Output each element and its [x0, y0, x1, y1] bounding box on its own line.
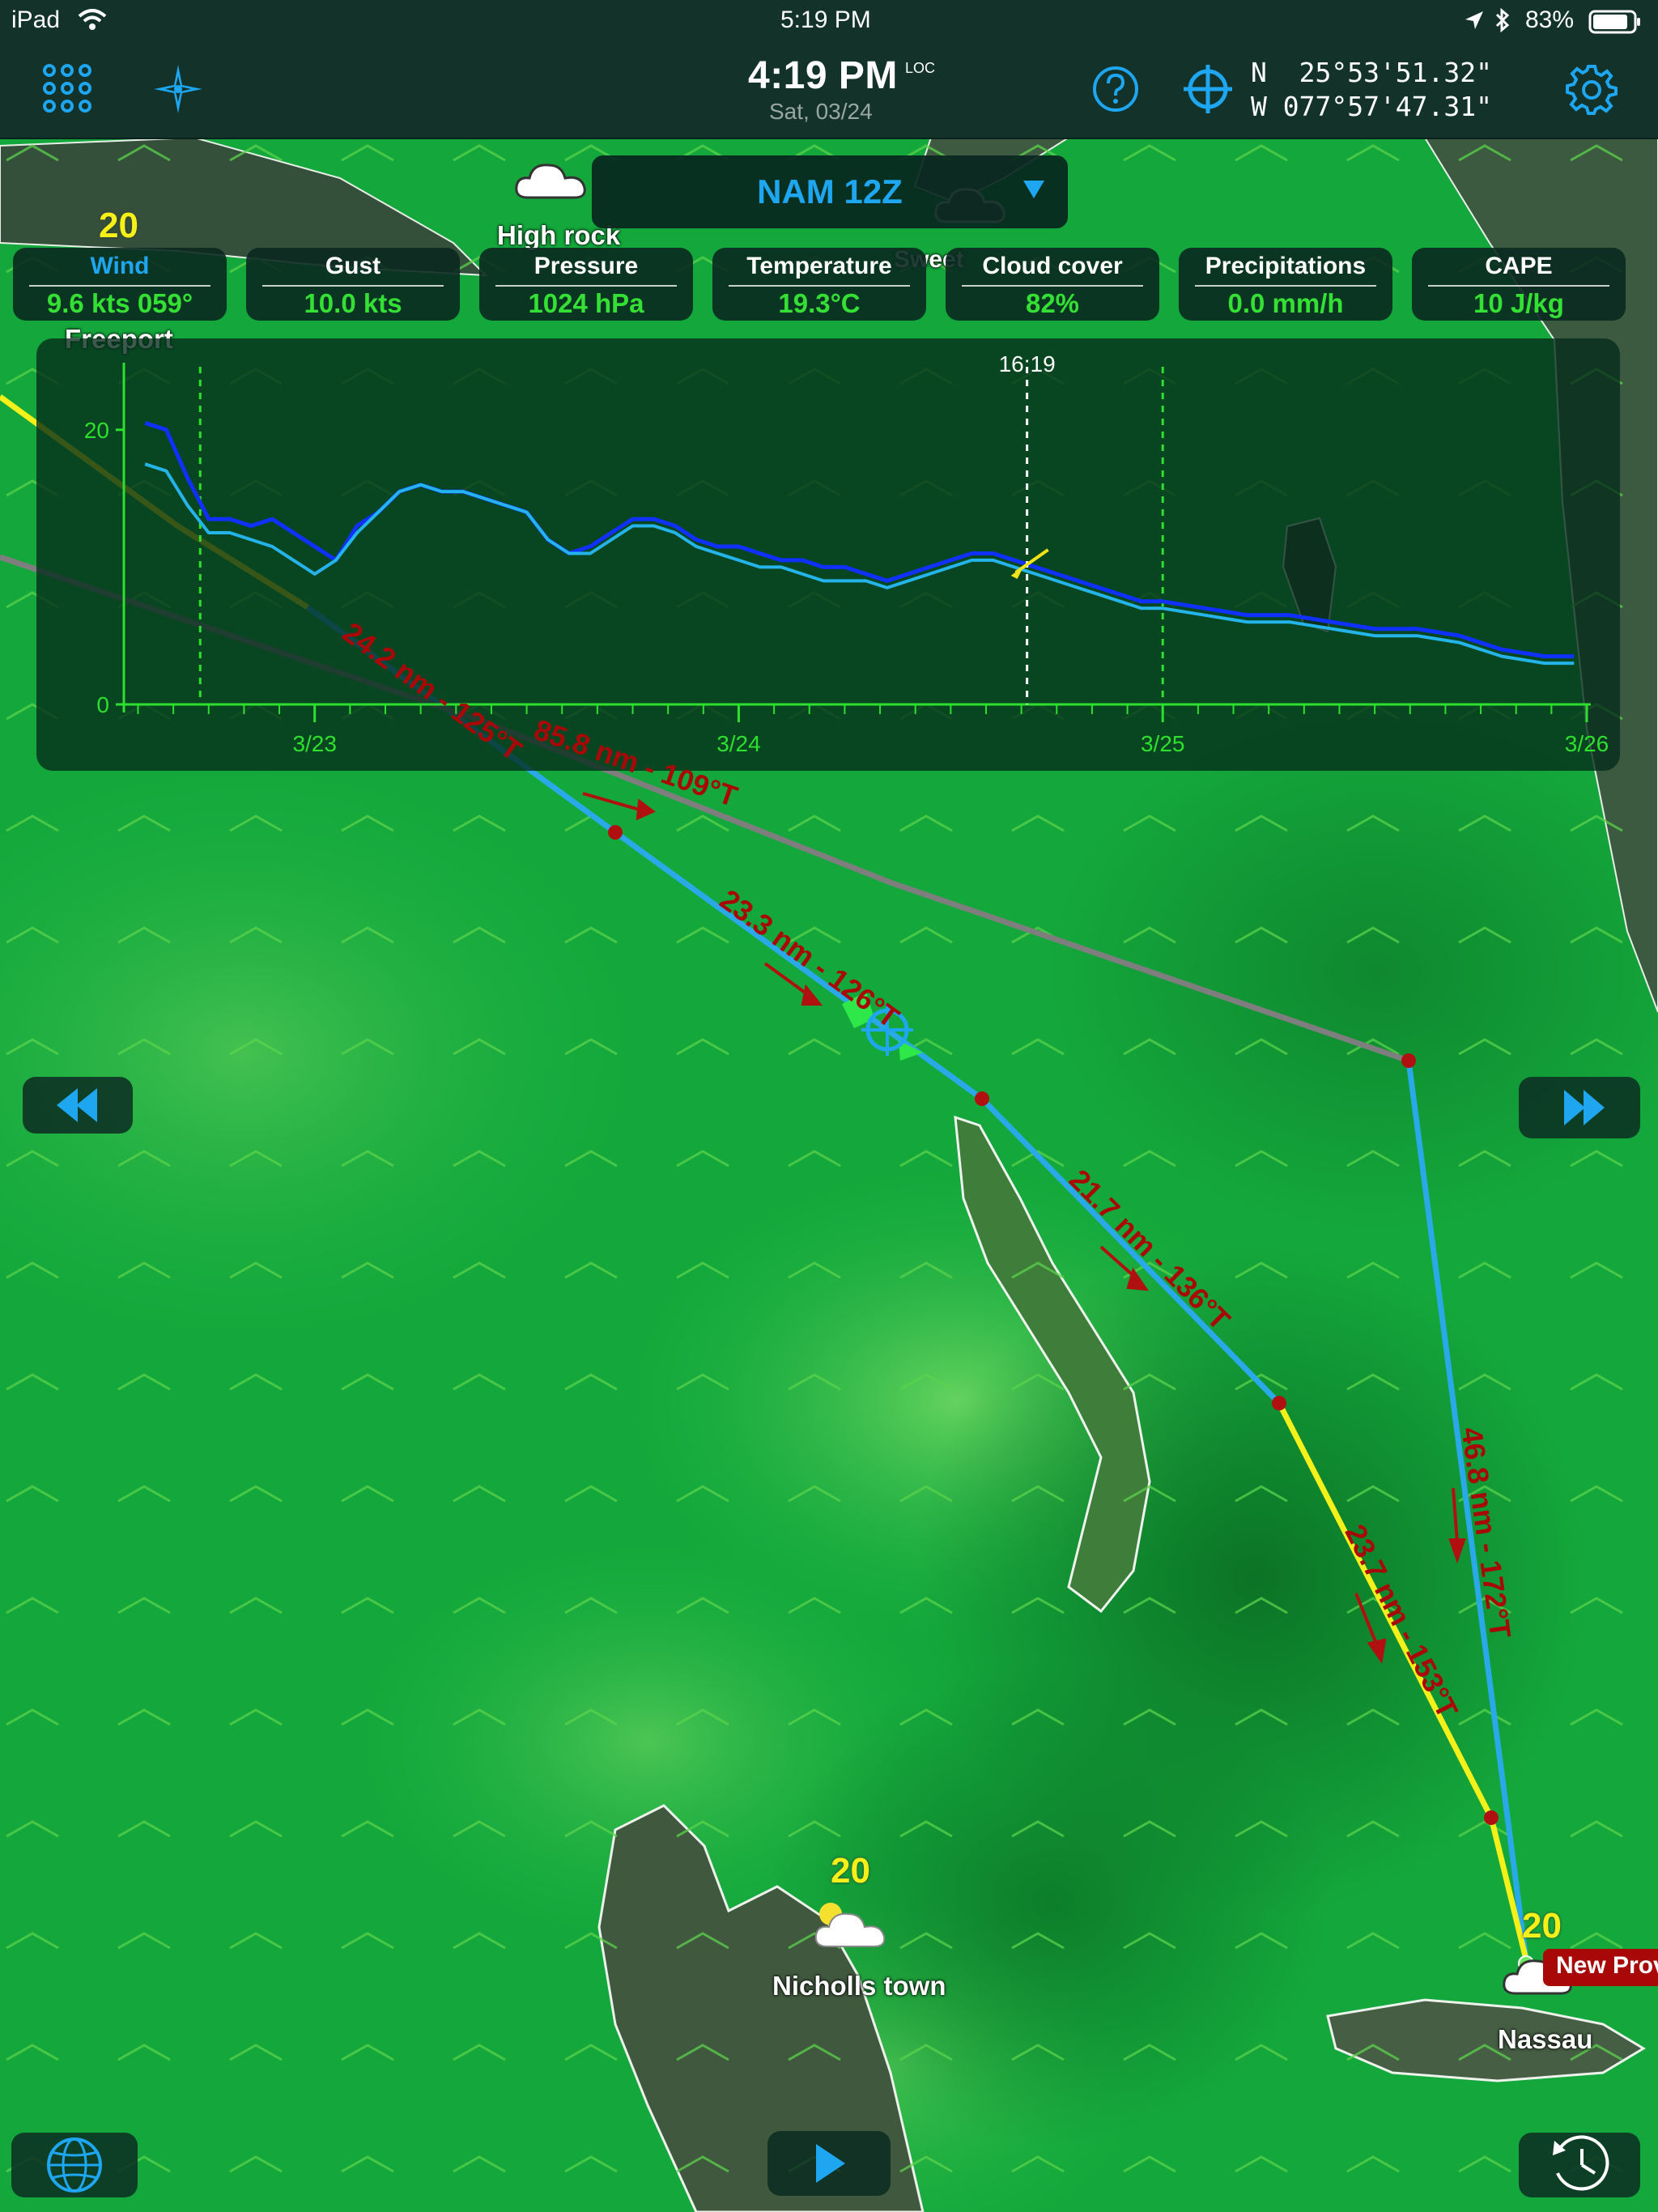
- param-wind[interactable]: Wind 9.6 kts 059°: [13, 248, 227, 321]
- crosshair-icon[interactable]: [1182, 63, 1234, 115]
- location-arrow-icon: [1464, 10, 1485, 31]
- x-tick-label: 3/24: [716, 731, 761, 756]
- device-label: iPad: [11, 6, 61, 33]
- param-temperature[interactable]: Temperature 19.3°C: [712, 248, 926, 321]
- param-cloud-cover[interactable]: Cloud cover 82%: [946, 248, 1159, 321]
- play-icon: [816, 2144, 845, 2183]
- divider: [495, 285, 677, 287]
- param-value: 19.3°C: [778, 288, 861, 318]
- param-label: Temperature: [746, 253, 892, 279]
- wx-value: 20: [99, 206, 138, 245]
- divider: [1428, 285, 1609, 287]
- help-icon[interactable]: [1091, 65, 1140, 113]
- divider: [962, 285, 1143, 287]
- time-cursor-label: 16:19: [999, 351, 1056, 376]
- param-pressure[interactable]: Pressure 1024 hPa: [479, 248, 693, 321]
- longitude-readout: W 077°57'47.31": [1251, 91, 1493, 122]
- divider: [729, 285, 910, 287]
- param-label: Gust: [325, 253, 381, 279]
- wx-value: 20: [831, 1851, 870, 1891]
- y-tick-label: 20: [84, 418, 109, 443]
- forecast-chart[interactable]: 3/23 3/24 3/25 3/26 0 20 16:19: [36, 338, 1620, 771]
- param-label: CAPE: [1485, 253, 1553, 279]
- param-value: 10.0 kts: [304, 288, 402, 318]
- param-value: 0.0 mm/h: [1227, 288, 1344, 318]
- x-tick-label: 3/25: [1141, 731, 1185, 756]
- chevron-down-icon: [1023, 181, 1044, 198]
- param-label: Wind: [90, 253, 150, 279]
- bluetooth-icon: [1494, 7, 1511, 33]
- clock-date: Sat, 03/24: [769, 99, 873, 124]
- param-precipitations[interactable]: Precipitations 0.0 mm/h: [1179, 248, 1392, 321]
- fast-forward-button[interactable]: [1519, 1077, 1640, 1138]
- param-label: Cloud cover: [982, 253, 1123, 279]
- battery-percent: 83%: [1525, 6, 1575, 33]
- param-gust[interactable]: Gust 10.0 kts: [246, 248, 460, 321]
- rewind-button[interactable]: [23, 1077, 133, 1134]
- y-tick-label: 0: [96, 692, 109, 717]
- param-cape[interactable]: CAPE 10 J/kg: [1412, 248, 1626, 321]
- x-tick-label: 3/23: [292, 731, 337, 756]
- place-nassau: Nassau: [1498, 2024, 1593, 2054]
- globe-icon: [47, 2138, 102, 2193]
- model-name: NAM 12Z: [757, 172, 903, 211]
- play-button[interactable]: [767, 2131, 891, 2196]
- clock-time[interactable]: 4:19 PM: [748, 53, 898, 98]
- param-value: 9.6 kts 059°: [46, 288, 193, 318]
- sun-cloud-icon: [806, 1896, 892, 1957]
- battery-icon: [1588, 10, 1642, 34]
- clock-timezone: LOC: [905, 60, 936, 76]
- clock-history-button[interactable]: [1519, 2133, 1640, 2197]
- compass-star-icon[interactable]: [154, 65, 202, 113]
- globe-button[interactable]: [11, 2133, 138, 2197]
- fast-forward-icon: [1564, 1090, 1605, 1125]
- place-nicholls-town: Nicholls town: [772, 1971, 946, 2001]
- apps-grid-icon[interactable]: [42, 63, 92, 113]
- latitude-readout: N 25°53'51.32": [1251, 57, 1493, 88]
- top-toolbar: iPad 5:19 PM 83% 4:19 PM LOC Sat, 03/24 …: [0, 0, 1658, 139]
- wifi-icon: [78, 8, 107, 31]
- x-tick-label: 3/26: [1565, 731, 1609, 756]
- forecast-chart-panel[interactable]: 3/23 3/24 3/25 3/26 0 20 16:19: [36, 338, 1620, 771]
- model-selector[interactable]: NAM 12Z: [592, 155, 1068, 228]
- clock-history-icon: [1553, 2135, 1609, 2191]
- cloud-icon: [512, 155, 593, 208]
- gear-icon[interactable]: [1566, 63, 1618, 115]
- rewind-icon: [57, 1088, 97, 1122]
- waypoint-label[interactable]: New Prov: [1543, 1949, 1658, 1986]
- divider: [29, 285, 210, 287]
- wx-value: 20: [1522, 1906, 1562, 1946]
- param-label: Pressure: [534, 253, 639, 279]
- status-time: 5:19 PM: [780, 6, 871, 33]
- param-value: 1024 hPa: [528, 288, 644, 318]
- param-value: 10 J/kg: [1473, 288, 1564, 318]
- param-value: 82%: [1025, 288, 1080, 318]
- param-label: Precipitations: [1205, 253, 1367, 279]
- divider: [1195, 285, 1376, 287]
- divider: [262, 285, 444, 287]
- map-canvas[interactable]: [0, 0, 1658, 2212]
